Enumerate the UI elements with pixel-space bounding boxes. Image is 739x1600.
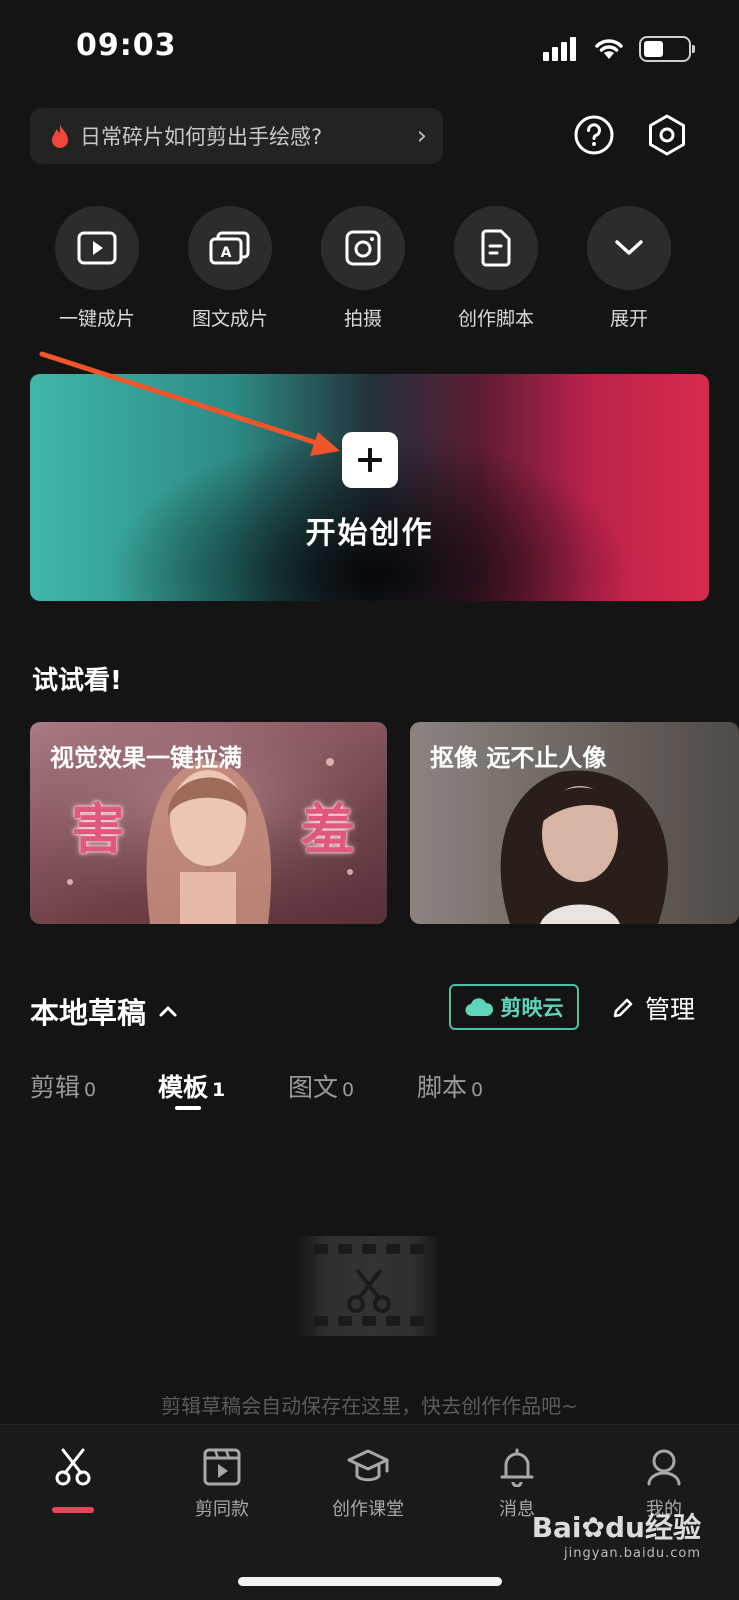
tab-count: 0 xyxy=(84,1079,97,1101)
scissors-icon xyxy=(55,1448,91,1486)
manage-label: 管理 xyxy=(645,995,696,1024)
template-play-icon xyxy=(203,1448,241,1486)
profile-icon xyxy=(647,1449,681,1486)
chevron-up-icon xyxy=(159,1006,177,1017)
cloud-icon xyxy=(465,998,493,1017)
paw-icon: ✿ xyxy=(581,1511,605,1544)
watermark-text: du xyxy=(605,1511,645,1544)
tab-count: 0 xyxy=(342,1079,355,1101)
try-card-visual-effects[interactable]: 视觉效果一键拉满 害 羞 xyxy=(30,722,387,924)
home-indicator xyxy=(238,1577,502,1586)
try-card-cutout[interactable]: 抠像 远不止人像 xyxy=(410,722,739,924)
watermark-text: 经验 xyxy=(644,1511,701,1544)
baidu-jingyan-watermark: Bai✿du经验 jingyan.baidu.com xyxy=(532,1506,701,1561)
tab-edit[interactable]: 剪辑 0 xyxy=(30,1068,96,1104)
local-drafts-toggle[interactable]: 本地草稿 xyxy=(30,990,178,1032)
nav-item-classroom[interactable]: 创作课堂 xyxy=(313,1447,423,1521)
jianying-cloud-button[interactable]: 剪映云 xyxy=(449,984,579,1030)
bell-icon xyxy=(500,1448,534,1487)
cloud-button-label: 剪映云 xyxy=(500,996,564,1020)
nav-label: 剪同款 xyxy=(195,1499,249,1520)
graduation-cap-icon xyxy=(347,1449,389,1482)
tab-count: 0 xyxy=(471,1079,484,1101)
empty-drafts-message: 剪辑草稿会自动保存在这里，快去创作作品吧~ xyxy=(161,1394,578,1418)
tab-label: 脚本 xyxy=(417,1073,468,1102)
watermark-text: Bai xyxy=(531,1511,582,1544)
active-nav-indicator xyxy=(52,1507,94,1513)
tab-label: 模板 xyxy=(158,1073,209,1102)
tab-image-text[interactable]: 图文 0 xyxy=(288,1068,354,1104)
nav-label: 消息 xyxy=(499,1499,535,1520)
manage-button[interactable]: 管理 xyxy=(611,990,695,1026)
tab-label: 剪辑 xyxy=(30,1073,81,1102)
try-section-title: 试试看! xyxy=(32,666,122,696)
overlay-sticker-text: 害 xyxy=(71,797,125,861)
watermark-url: jingyan.baidu.com xyxy=(564,1546,701,1561)
try-card-title: 抠像 远不止人像 xyxy=(430,744,607,772)
tab-label: 图文 xyxy=(288,1073,339,1102)
try-card-title: 视觉效果一键拉满 xyxy=(50,744,242,772)
nav-label: 创作课堂 xyxy=(332,1499,404,1520)
nav-item-templates[interactable]: 剪同款 xyxy=(167,1447,277,1521)
pencil-icon xyxy=(613,998,633,1018)
local-drafts-title: 本地草稿 xyxy=(30,996,147,1030)
empty-film-icon xyxy=(296,1236,442,1336)
active-tab-indicator xyxy=(175,1106,201,1110)
tab-script[interactable]: 脚本 0 xyxy=(417,1068,483,1104)
tab-template[interactable]: 模板 1 xyxy=(158,1068,225,1104)
tab-count: 1 xyxy=(212,1079,226,1101)
annotation-arrow xyxy=(39,351,340,456)
scissors-icon xyxy=(347,1268,391,1313)
nav-item-edit[interactable] xyxy=(18,1447,128,1495)
overlay-sticker-text: 羞 xyxy=(301,797,355,861)
